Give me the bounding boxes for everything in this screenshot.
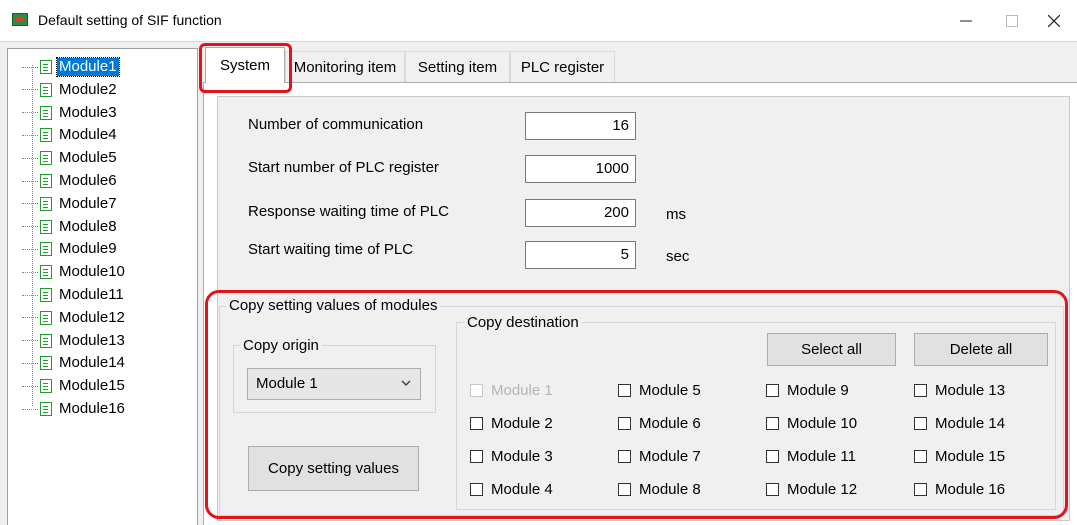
document-icon <box>40 151 52 166</box>
tab-plc-register[interactable]: PLC register <box>510 51 615 82</box>
tree-item-label: Module15 <box>59 377 125 395</box>
tree-item-module13[interactable]: Module13 <box>22 330 127 352</box>
document-icon <box>40 105 52 120</box>
tree-connector <box>22 112 38 114</box>
tree-item-module8[interactable]: Module8 <box>22 216 119 238</box>
document-icon <box>40 333 52 348</box>
resp-wait-unit: ms <box>666 206 686 223</box>
tree-item-label: Module6 <box>59 172 117 189</box>
tab-setting-item[interactable]: Setting item <box>405 51 510 82</box>
tree-connector <box>22 66 38 68</box>
highlight-annotation <box>199 43 292 93</box>
tree-item-label: Module10 <box>59 263 125 281</box>
maximize-button[interactable] <box>989 0 1035 42</box>
tree-item-label: Module9 <box>59 240 117 258</box>
tree-connector <box>22 294 38 296</box>
tree-connector <box>22 180 38 182</box>
highlight-annotation <box>205 290 1068 519</box>
start-wait-unit: sec <box>666 248 690 265</box>
tree-item-label: Module1 <box>56 57 120 77</box>
window-title: Default setting of SIF function <box>38 12 222 28</box>
tree-item-module4[interactable]: Module4 <box>22 124 119 146</box>
start-reg-input[interactable]: 1000 <box>525 155 636 183</box>
tree-connector <box>22 362 38 364</box>
start-wait-label: Start waiting time of PLC <box>248 241 414 258</box>
tree-connector <box>22 203 38 205</box>
document-icon <box>40 219 52 234</box>
tree-item-module14[interactable]: Module14 <box>22 352 127 374</box>
tree-connector <box>22 385 38 387</box>
tree-connector <box>22 89 38 91</box>
minimize-icon <box>960 20 972 22</box>
tree-item-label: Module7 <box>59 194 117 212</box>
tree-item-module9[interactable]: Module9 <box>22 238 119 260</box>
tree-connector <box>22 408 38 410</box>
document-icon <box>40 196 52 211</box>
tab-monitoring-item[interactable]: Monitoring item <box>285 51 405 82</box>
document-icon <box>40 242 52 257</box>
document-icon <box>40 288 52 302</box>
tree-item-label: Module8 <box>59 217 117 235</box>
tree-item-label: Module2 <box>59 80 117 98</box>
resp-wait-input[interactable]: 200 <box>525 199 636 227</box>
tree-item-module3[interactable]: Module3 <box>22 102 119 124</box>
tree-connector <box>22 317 38 319</box>
tree-item-module16[interactable]: Module16 <box>22 398 127 420</box>
document-icon <box>40 310 52 325</box>
document-icon <box>40 60 52 74</box>
tree-item-label: Module16 <box>59 400 125 417</box>
tree-item-module2[interactable]: Module2 <box>22 79 119 101</box>
tree-connector <box>22 340 38 342</box>
document-icon <box>40 402 52 416</box>
document-icon <box>40 356 52 371</box>
tree-item-module10[interactable]: Module10 <box>22 261 127 283</box>
maximize-icon <box>1006 15 1018 27</box>
document-icon <box>40 379 52 394</box>
tree-item-label: Module4 <box>59 126 117 144</box>
tree-item-module1[interactable]: Module1 <box>22 56 120 78</box>
tree-connector <box>22 226 38 228</box>
start-wait-input[interactable]: 5 <box>525 241 636 269</box>
document-icon <box>40 128 52 143</box>
tree-item-module11[interactable]: Module11 <box>22 284 126 306</box>
document-icon <box>40 265 52 280</box>
tree-item-label: Module12 <box>59 308 125 326</box>
tree-item-module12[interactable]: Module12 <box>22 307 127 329</box>
tree-item-label: Module3 <box>59 103 117 121</box>
tree-item-module6[interactable]: Module6 <box>22 170 119 192</box>
document-icon <box>40 174 52 188</box>
tree-item-module7[interactable]: Module7 <box>22 193 119 215</box>
tree-item-module5[interactable]: Module5 <box>22 147 119 169</box>
app-icon <box>12 13 28 26</box>
num-comm-input[interactable]: 16 <box>525 112 636 140</box>
num-comm-label: Number of communication <box>248 116 424 133</box>
start-reg-label: Start number of PLC register <box>248 159 439 176</box>
tree-connector <box>22 157 38 159</box>
minimize-button[interactable] <box>943 0 989 42</box>
close-icon <box>1048 15 1060 27</box>
document-icon <box>40 82 52 97</box>
tree-item-label: Module11 <box>59 286 124 303</box>
tree-connector <box>22 248 38 250</box>
tree-item-label: Module5 <box>59 149 117 167</box>
tree-item-module15[interactable]: Module15 <box>22 375 127 397</box>
tree-connector <box>22 271 38 273</box>
tree-connector <box>22 134 38 136</box>
resp-wait-label: Response waiting time of PLC <box>248 203 449 220</box>
tree-item-label: Module14 <box>59 354 125 372</box>
tree-item-label: Module13 <box>59 331 125 349</box>
close-button[interactable] <box>1031 0 1077 42</box>
